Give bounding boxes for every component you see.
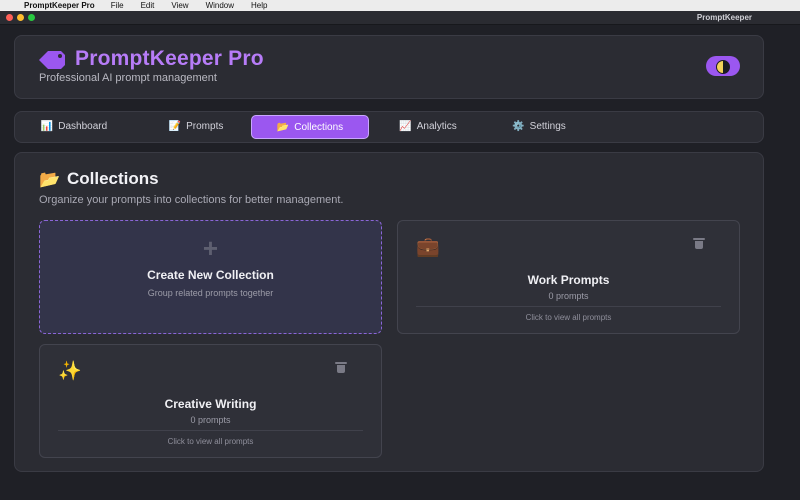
tag-icon: [39, 51, 65, 69]
collection-name: Creative Writing: [164, 397, 257, 411]
collections-panel: 📂 Collections Organize your prompts into…: [14, 152, 764, 472]
gear-icon: ⚙️: [512, 120, 525, 132]
divider: [58, 430, 363, 431]
folder-icon: 📂: [276, 121, 290, 133]
memo-icon: 📝: [168, 120, 182, 132]
collection-count: 0 prompts: [190, 415, 231, 425]
page-description: Organize your prompts into collections f…: [39, 194, 344, 206]
briefcase-icon: 💼: [416, 237, 440, 258]
menu-view[interactable]: View: [171, 1, 188, 10]
menu-window[interactable]: Window: [206, 1, 234, 10]
sparkles-icon: ✨: [58, 361, 82, 382]
trash-icon[interactable]: [693, 238, 705, 249]
tab-label: Dashboard: [58, 120, 108, 132]
collection-name: Work Prompts: [527, 273, 610, 287]
menubar: PromptKeeper Pro File Edit View Window H…: [0, 0, 800, 11]
tab-prompts[interactable]: 📝 Prompts: [151, 115, 241, 137]
divider: [416, 306, 721, 307]
menu-file[interactable]: File: [111, 1, 124, 10]
menubar-app-name[interactable]: PromptKeeper Pro: [24, 1, 95, 10]
chart-icon: 📊: [40, 120, 54, 132]
theme-toggle-button[interactable]: [706, 56, 740, 76]
menu-edit[interactable]: Edit: [141, 1, 155, 10]
plus-icon: +: [202, 233, 219, 263]
tab-collections[interactable]: 📂 Collections: [251, 115, 369, 139]
collection-hint: Click to view all prompts: [167, 437, 254, 446]
window-title: PromptKeeper: [696, 13, 752, 22]
zoom-window-button[interactable]: [28, 14, 35, 21]
tab-dashboard[interactable]: 📊 Dashboard: [31, 115, 117, 137]
close-window-button[interactable]: [6, 14, 13, 21]
app-content: PromptKeeper Pro Professional AI prompt …: [0, 25, 800, 500]
collection-card-work-prompts[interactable]: 💼 Work Prompts 0 prompts Click to view a…: [397, 220, 740, 334]
page-title: Collections: [67, 169, 159, 188]
minimize-window-button[interactable]: [17, 14, 24, 21]
app-header: PromptKeeper Pro Professional AI prompt …: [14, 35, 764, 99]
app-subtitle: Professional AI prompt management: [39, 72, 217, 84]
trash-icon[interactable]: [335, 362, 347, 373]
tab-analytics[interactable]: 📈 Analytics: [385, 115, 471, 137]
menu-help[interactable]: Help: [251, 1, 267, 10]
tab-label: Settings: [529, 120, 566, 132]
create-collection-title: Create New Collection: [147, 268, 274, 282]
nav-bar: 📊 Dashboard 📝 Prompts 📂 Collections 📈 An…: [14, 111, 764, 143]
tab-settings[interactable]: ⚙️ Settings: [497, 115, 581, 137]
collection-card-creative-writing[interactable]: ✨ Creative Writing 0 prompts Click to vi…: [39, 344, 382, 458]
folder-icon: 📂: [39, 170, 61, 189]
window-titlebar: PromptKeeper: [0, 11, 800, 25]
collection-count: 0 prompts: [548, 291, 589, 301]
collection-hint: Click to view all prompts: [525, 313, 612, 322]
half-moon-icon: [716, 60, 730, 74]
tab-label: Analytics: [416, 120, 457, 132]
create-collection-card[interactable]: + Create New Collection Group related pr…: [39, 220, 382, 334]
tab-label: Collections: [294, 121, 344, 133]
trend-chart-icon: 📈: [399, 120, 412, 132]
app-title: PromptKeeper Pro: [75, 47, 264, 70]
create-collection-subtitle: Group related prompts together: [147, 288, 274, 298]
tab-label: Prompts: [186, 120, 224, 132]
traffic-lights: [6, 14, 35, 21]
